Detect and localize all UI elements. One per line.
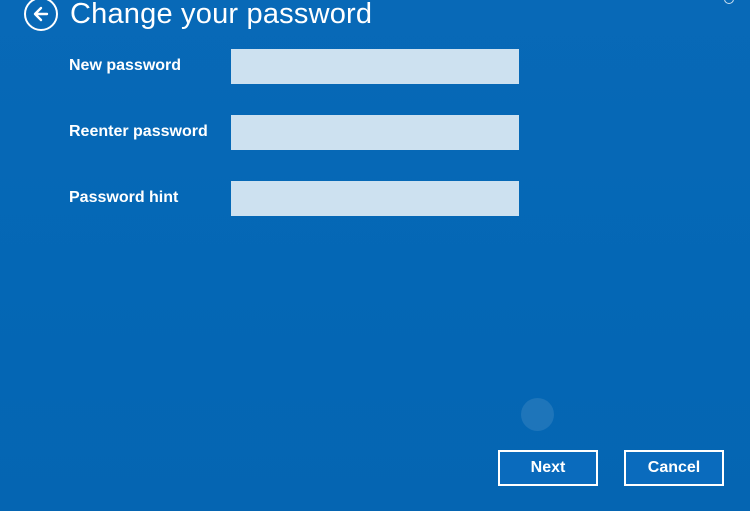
reenter-password-input[interactable] — [231, 114, 519, 150]
cancel-button[interactable]: Cancel — [624, 450, 724, 486]
status-icon — [724, 0, 734, 4]
reenter-password-label: Reenter password — [69, 123, 208, 140]
page-header: Change your password — [24, 0, 372, 34]
password-hint-label: Password hint — [69, 189, 179, 206]
back-button[interactable] — [24, 0, 58, 31]
reenter-password-row: Reenter password — [69, 114, 520, 150]
back-arrow-icon — [33, 6, 49, 22]
top-status — [724, 0, 734, 6]
next-button[interactable]: Next — [498, 450, 598, 486]
password-hint-row: Password hint — [69, 180, 520, 216]
new-password-input[interactable] — [231, 48, 519, 84]
cursor-highlight — [521, 398, 554, 431]
change-password-page: Change your password New password Reente… — [0, 0, 750, 511]
page-title: Change your password — [70, 0, 373, 30]
new-password-row: New password — [69, 48, 520, 84]
password-hint-input[interactable] — [231, 180, 519, 216]
new-password-label: New password — [69, 57, 182, 74]
